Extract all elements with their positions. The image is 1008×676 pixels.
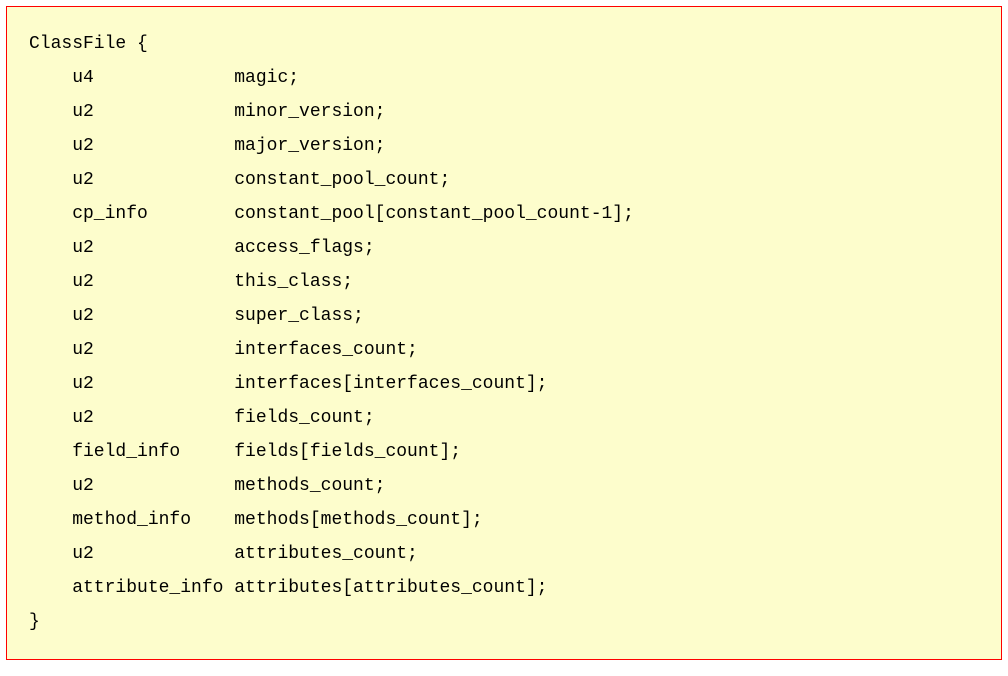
struct-body: u4 magic; u2 minor_version; u2 major_ver… <box>29 68 634 598</box>
code-block: ClassFile { u4 magic; u2 minor_version; … <box>6 6 1002 660</box>
struct-open: ClassFile { <box>29 34 148 54</box>
struct-close: } <box>29 612 40 632</box>
